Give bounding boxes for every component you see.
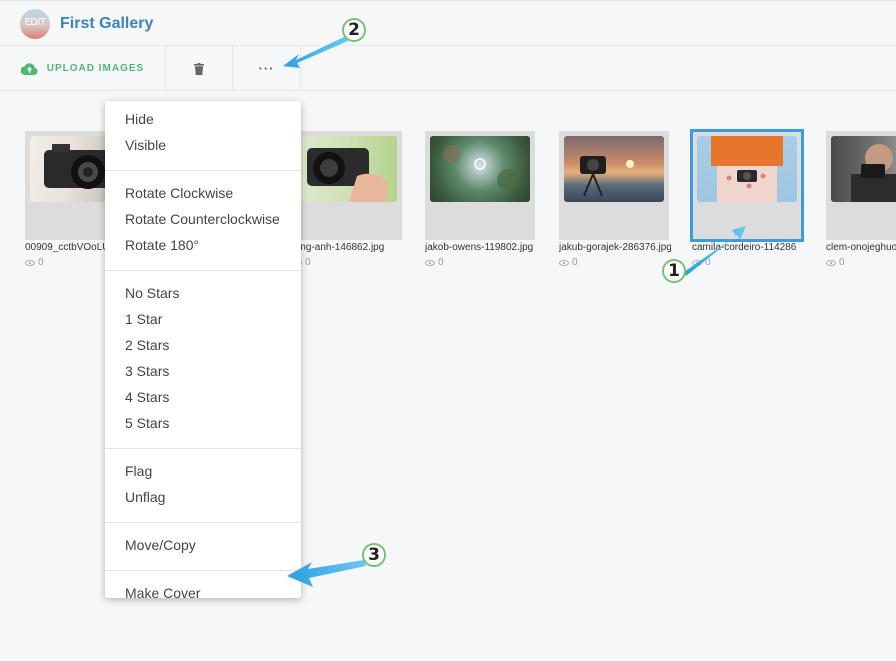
menu-divider [105,570,301,571]
thumbnail-views: 0 [425,257,444,268]
gallery-avatar[interactable]: EDIT [20,9,50,39]
upload-images-label: UPLOAD IMAGES [46,63,145,74]
menu-divider [105,522,301,523]
menu-item-visible[interactable]: Visible [105,134,301,160]
thumbnail-views: 0 [559,257,578,268]
thumbnail-image [297,136,397,202]
view-count: 0 [572,257,578,268]
eye-icon [25,259,35,266]
eye-icon [692,259,702,266]
view-count: 0 [38,257,44,268]
menu-item-flag[interactable]: Flag [105,460,301,486]
toolbar: UPLOAD IMAGES ··· [0,46,896,91]
annotation-badge-2: 2 [342,18,366,42]
menu-item-no-stars[interactable]: No Stars [105,282,301,308]
thumbnail-views: 0 [692,257,711,268]
thumbnail-views: 0 [826,257,845,268]
thumbnail-filename: clem-onojeghuo [826,242,896,253]
thumbnail-filename: jakob-owens-119802.jpg [425,242,534,253]
more-options-button[interactable]: ··· [233,46,301,91]
eye-icon [826,259,836,266]
eye-icon [425,259,435,266]
thumbnail-camila-cordeiro[interactable] [690,129,804,242]
cloud-upload-icon [20,62,38,75]
menu-item-rotate-counterclockwise[interactable]: Rotate Counterclockwise [105,208,301,234]
more-options-menu: Hide Visible Rotate Clockwise Rotate Cou… [105,101,301,601]
view-count: 0 [839,257,845,268]
menu-item-make-cover[interactable]: Make Cover [105,582,301,608]
menu-divider [105,170,301,171]
thumbnail-tung-anh[interactable] [292,131,402,240]
annotation-badge-1: 1 [662,259,686,283]
view-count: 0 [305,257,311,268]
thumbnail-filename: tung-anh-146862.jpg [292,242,385,253]
thumbnail-image [430,136,530,202]
thumbnail-clem-onojeghuo[interactable] [826,131,896,240]
eye-icon [559,259,569,266]
thumbnail-image [697,136,797,202]
menu-item-move-copy[interactable]: Move/Copy [105,534,301,560]
menu-item-hide[interactable]: Hide [105,108,301,134]
view-count: 0 [705,257,711,268]
thumbnail-filename: camila-cordeiro-114286 [692,242,797,253]
thumbnail-views: 0 [25,257,44,268]
menu-item-rotate-clockwise[interactable]: Rotate Clockwise [105,182,301,208]
thumbnail-image [831,136,896,202]
menu-item-4-stars[interactable]: 4 Stars [105,386,301,412]
menu-item-5-stars[interactable]: 5 Stars [105,412,301,438]
gallery-header: EDIT First Gallery [0,0,896,46]
menu-divider [105,270,301,271]
menu-item-unflag[interactable]: Unflag [105,486,301,512]
annotation-badge-3: 3 [362,543,386,567]
menu-item-rotate-180[interactable]: Rotate 180° [105,234,301,260]
menu-divider [105,448,301,449]
menu-item-1-star[interactable]: 1 Star [105,308,301,334]
view-count: 0 [438,257,444,268]
thumbnail-filename: jakub-gorajek-286376.jpg [559,242,671,253]
thumbnail-jakob-owens[interactable] [425,131,535,240]
menu-item-3-stars[interactable]: 3 Stars [105,360,301,386]
thumbnail-jakub-gorajek[interactable] [559,131,669,240]
thumbnail-image [564,136,664,202]
avatar-edit-label: EDIT [24,17,46,28]
menu-item-2-stars[interactable]: 2 Stars [105,334,301,360]
trash-icon [194,62,204,75]
delete-button[interactable] [166,46,233,91]
upload-images-button[interactable]: UPLOAD IMAGES [0,46,166,91]
gallery-title: First Gallery [60,15,154,32]
